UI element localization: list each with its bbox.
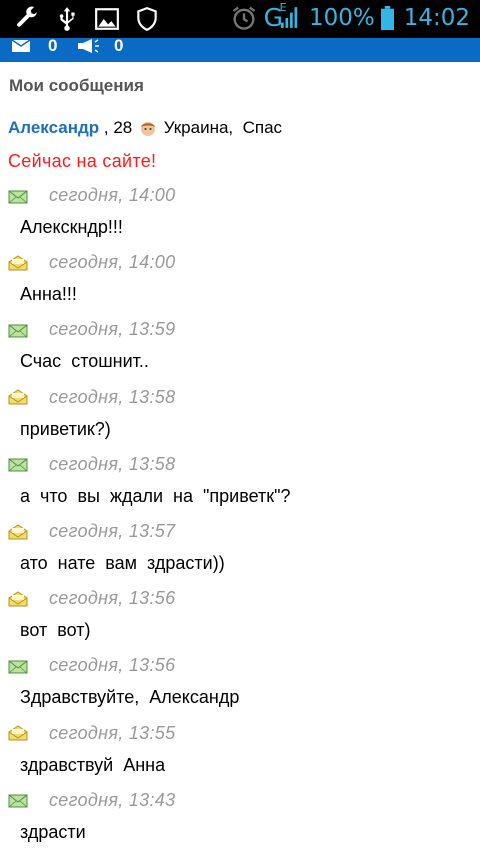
message-time: сегодня, 13:55 (49, 722, 176, 743)
battery-percent: 100% (308, 4, 375, 31)
envelope-incoming-icon (8, 458, 28, 472)
message-text: приветик?) (20, 418, 111, 439)
message-time: сегодня, 14:00 (49, 252, 176, 273)
message-time: сегодня, 13:57 (49, 521, 176, 541)
envelope-outgoing-icon (8, 725, 28, 741)
status-bar-system: GE 100% 14:02 (230, 1, 470, 32)
notify-counter[interactable]: 0 (76, 36, 123, 56)
envelope-outgoing-icon (8, 591, 28, 607)
status-bar: GE 100% 14:02 (0, 0, 480, 38)
message-text: Алекскндр!!! (20, 217, 123, 237)
message-item: сегодня, 14:00 Алекскндр!!! (0, 185, 480, 252)
clock: 14:02 (403, 4, 470, 31)
shield-icon (137, 7, 157, 32)
envelope-outgoing-icon (8, 389, 28, 405)
avatar-icon (140, 122, 155, 136)
notify-count: 0 (114, 36, 124, 55)
message-meta: сегодня, 13:56 (8, 655, 175, 676)
message-meta: сегодня, 13:57 (8, 521, 175, 542)
battery-icon (380, 5, 394, 30)
user-name-link[interactable]: Александр (8, 118, 99, 138)
message-time: сегодня, 14:00 (49, 185, 176, 205)
message-time: сегодня, 13:43 (49, 789, 176, 810)
status-bar-notifications (14, 6, 160, 32)
message-text: Счас стошнит.. (20, 351, 149, 372)
envelope-outgoing-icon (8, 523, 28, 539)
message-meta: сегодня, 13:58 (8, 454, 175, 475)
envelope-outgoing-icon (8, 255, 28, 271)
megaphone-icon (78, 39, 99, 53)
mail-icon (12, 40, 30, 52)
online-status: Сейчас на сайте! (8, 151, 157, 171)
page-title: Мои сообщения (9, 76, 144, 95)
message-meta: сегодня, 14:00 (8, 185, 175, 206)
network-sup: E (279, 1, 287, 14)
message-item: сегодня, 14:00 Анна!!! (0, 252, 480, 319)
message-time: сегодня, 13:58 (49, 386, 176, 407)
message-text: а что вы ждали на "приветк"? (20, 485, 291, 506)
message-item: сегодня, 13:57 ато нате вам здрасти)) (0, 521, 480, 588)
message-meta: сегодня, 13:43 (8, 790, 175, 811)
envelope-incoming-icon (8, 660, 28, 674)
message-item: сегодня, 13:55 здравствуй Анна (0, 723, 480, 790)
message-meta: сегодня, 13:58 (8, 387, 175, 408)
message-item: сегодня, 13:58 а что вы ждали на "приветк… (0, 454, 480, 521)
top-nav-bar: 0 0 (0, 36, 480, 62)
wrench-icon (17, 6, 37, 27)
message-text: вот вот) (20, 620, 91, 641)
message-text: здравствуй Анна (20, 754, 166, 775)
message-item: сегодня, 13:58 приветик?) (0, 387, 480, 454)
message-item: сегодня, 13:43 здрасти (0, 790, 480, 857)
envelope-incoming-icon (8, 794, 28, 808)
message-time: сегодня, 13:56 (49, 588, 176, 609)
message-time: сегодня, 13:56 (49, 655, 176, 676)
message-meta: сегодня, 14:00 (8, 252, 175, 273)
mail-count: 0 (48, 36, 58, 55)
message-time: сегодня, 13:59 (49, 319, 176, 340)
conversation-user-line: Александр , 28 Украина, Спас (8, 118, 282, 138)
message-meta: сегодня, 13:56 (8, 588, 175, 609)
image-icon (95, 8, 119, 30)
message-text: Анна!!! (20, 284, 77, 305)
envelope-incoming-icon (8, 190, 28, 203)
mail-counter[interactable]: 0 (12, 36, 57, 56)
alarm-icon (232, 6, 255, 30)
user-age: , 28 (99, 118, 137, 137)
message-item: сегодня, 13:56 вот вот) (0, 588, 480, 655)
message-text: ато нате вам здрасти)) (20, 553, 225, 573)
message-item: сегодня, 13:56 Здравствуйте, Александр (0, 655, 480, 722)
envelope-incoming-icon (8, 324, 28, 338)
message-meta: сегодня, 13:55 (8, 723, 175, 744)
message-text: здрасти (20, 821, 86, 842)
message-item: сегодня, 13:59 Счас стошнит.. (0, 319, 480, 386)
user-location: Украина, Спас (158, 118, 283, 137)
usb-icon (59, 7, 75, 31)
network-type: GE (264, 1, 287, 32)
message-time: сегодня, 13:58 (49, 453, 176, 474)
message-meta: сегодня, 13:59 (8, 319, 175, 340)
message-text: Здравствуйте, Александр (20, 687, 240, 708)
